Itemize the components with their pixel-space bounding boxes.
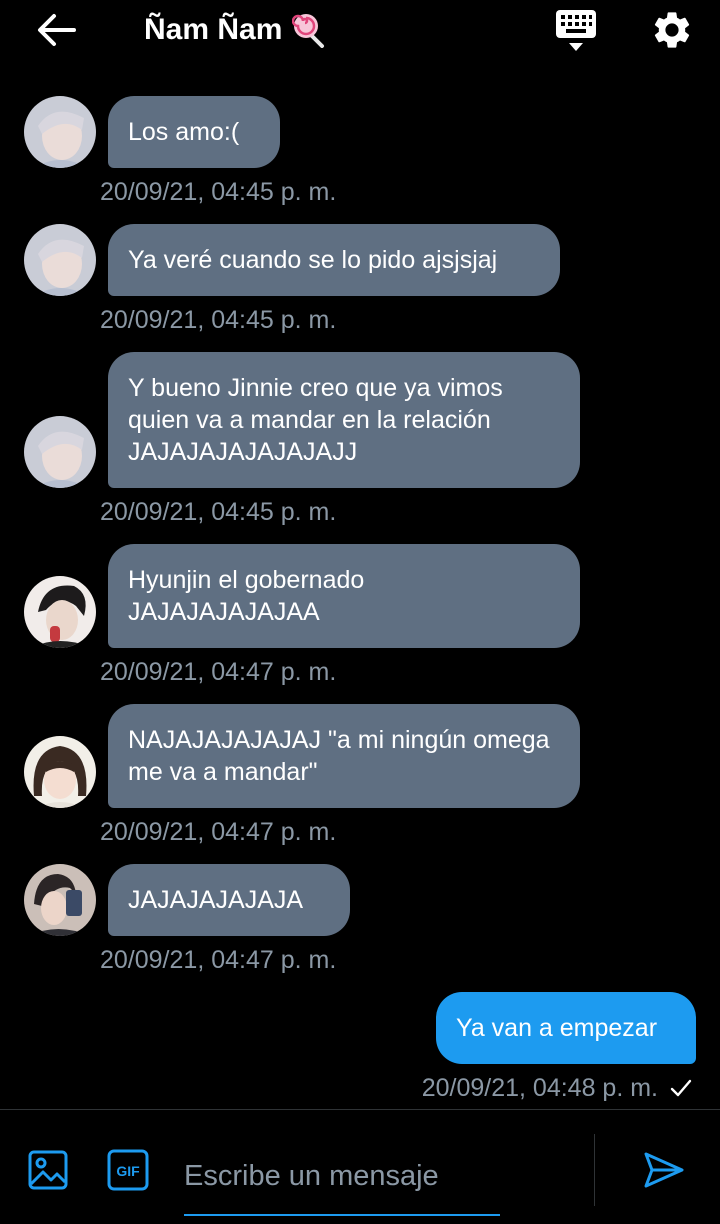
avatar[interactable]: [24, 576, 96, 648]
message-text: Ya van a empezar: [456, 1014, 658, 1042]
chat-header: Ñam Ñam: [0, 0, 720, 64]
message-timestamp: 20/09/21, 04:47 p. m.: [100, 946, 337, 974]
avatar[interactable]: [24, 864, 96, 936]
avatar-photo: [24, 736, 96, 808]
message-timestamp: 20/09/21, 04:45 p. m.: [100, 498, 337, 526]
gif-icon: GIF: [107, 1149, 149, 1191]
message-composer: GIF: [0, 1109, 720, 1224]
send-icon: [644, 1152, 684, 1188]
send-button[interactable]: [642, 1148, 686, 1192]
keyboard-icon: [556, 10, 596, 51]
message-bubble[interactable]: Los amo:(: [108, 96, 280, 168]
message-bubble[interactable]: JAJAJAJAJAJA: [108, 864, 350, 936]
message-timestamp: 20/09/21, 04:47 p. m.: [100, 658, 337, 686]
message-bubble[interactable]: NAJAJAJAJAJAJ "a mi ningún omega me va a…: [108, 704, 580, 808]
avatar-photo: [24, 576, 96, 648]
arrow-left-icon: [38, 14, 76, 46]
message-text: Ya veré cuando se lo pido ajsjsjaj: [128, 246, 498, 274]
message-input[interactable]: [184, 1138, 500, 1216]
lollipop-emoji-icon: [292, 14, 325, 48]
message-timestamp: 20/09/21, 04:45 p. m.: [100, 306, 337, 334]
message-bubble-outgoing[interactable]: Ya van a empezar: [436, 992, 696, 1064]
gif-label: GIF: [116, 1163, 140, 1179]
checkmark-icon: [670, 1079, 692, 1097]
keyboard-button[interactable]: [554, 8, 598, 54]
conversation-title[interactable]: Ñam Ñam: [144, 10, 328, 50]
message-bubble[interactable]: Hyunjin el gobernado JAJAJAJAJAJAA: [108, 544, 580, 648]
conversation-title-text: Ñam Ñam: [144, 13, 283, 46]
image-icon: [28, 1150, 68, 1190]
avatar-photo: [24, 96, 96, 168]
message-timestamp: 20/09/21, 04:47 p. m.: [100, 818, 337, 846]
avatar[interactable]: [24, 416, 96, 488]
avatar-photo: [24, 416, 96, 488]
composer-divider: [594, 1134, 595, 1206]
message-text: JAJAJAJAJAJA: [128, 886, 304, 914]
avatar[interactable]: [24, 224, 96, 296]
message-bubble[interactable]: Ya veré cuando se lo pido ajsjsjaj: [108, 224, 560, 296]
message-bubble[interactable]: Y bueno Jinnie creo que ya vimos quien v…: [108, 352, 580, 488]
message-list[interactable]: Los amo:( 20/09/21, 04:45 p. m. Ya veré …: [0, 64, 720, 1109]
back-button[interactable]: [34, 10, 78, 50]
avatar-photo: [24, 224, 96, 296]
settings-button[interactable]: [650, 8, 694, 52]
avatar-photo: [24, 864, 96, 936]
message-text: NAJAJAJAJAJAJ "a mi ningún omega me va a…: [128, 726, 550, 786]
avatar[interactable]: [24, 736, 96, 808]
message-timestamp-text: 20/09/21, 04:48 p. m.: [421, 1074, 658, 1102]
avatar[interactable]: [24, 96, 96, 168]
message-text: Los amo:(: [128, 118, 240, 146]
message-timestamp: 20/09/21, 04:45 p. m.: [100, 178, 337, 206]
message-timestamp: 20/09/21, 04:48 p. m.: [422, 1072, 692, 1104]
message-text: Hyunjin el gobernado JAJAJAJAJAJAA: [128, 566, 365, 626]
add-image-button[interactable]: [26, 1148, 70, 1192]
add-gif-button[interactable]: GIF: [106, 1148, 150, 1192]
gear-icon: [654, 12, 690, 48]
message-text: Y bueno Jinnie creo que ya vimos quien v…: [128, 374, 503, 466]
